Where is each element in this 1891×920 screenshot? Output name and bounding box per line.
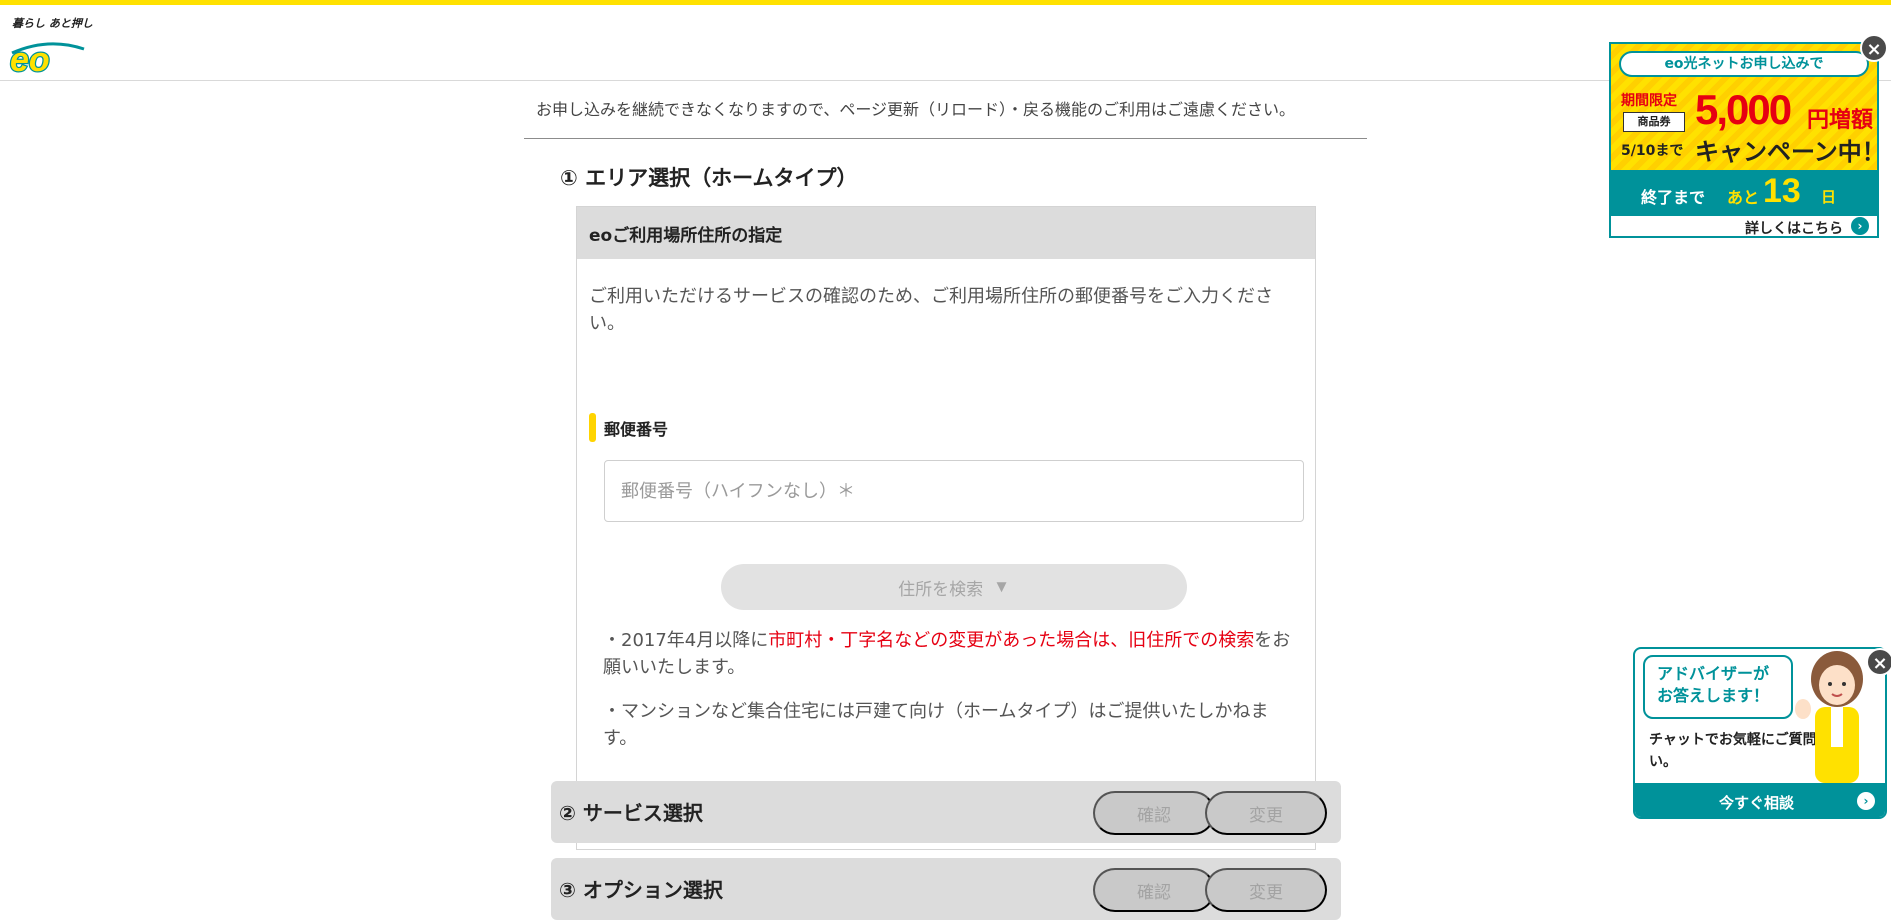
zip-code-input[interactable] <box>604 460 1304 522</box>
search-button-label: 住所を検索 <box>898 579 984 599</box>
banner-ato: あと <box>1727 188 1760 207</box>
chat-close-icon[interactable]: × <box>1866 648 1891 676</box>
step3-change-button[interactable]: 変更 <box>1205 868 1327 912</box>
chat-bubble: アドバイザーがお答えします！ <box>1643 655 1793 719</box>
note1-prefix: ・2017年4月以降に <box>603 630 769 651</box>
card-title: eoご利用場所住所の指定 <box>577 207 1315 259</box>
chat-button-label: 今すぐ相談 <box>1719 794 1795 812</box>
eo-logo[interactable]: 暮らし あと押し eo <box>8 13 96 75</box>
banner-coupon: 商品券 <box>1623 112 1685 132</box>
note-apartment: ・マンションなど集合住宅には戸建て向け（ホームタイプ）はご提供いたしかねます。 <box>603 701 1269 749</box>
banner-close-icon[interactable]: × <box>1860 34 1888 62</box>
banner-details-text: 詳しくはこちら <box>1745 221 1843 237</box>
banner-top: eo光ネットお申し込みで 期間限定 商品券 5/10まで 5,000 円増額 キ… <box>1611 44 1877 170</box>
campaign-banner[interactable]: eo光ネットお申し込みで 期間限定 商品券 5/10まで 5,000 円増額 キ… <box>1609 42 1879 238</box>
banner-limited: 期間限定 <box>1621 93 1677 109</box>
step1-title: ① エリア選択（ホームタイプ） <box>560 166 858 190</box>
banner-day-unit: 日 <box>1821 188 1837 206</box>
banner-days: 13 <box>1763 172 1801 210</box>
site-header: 暮らし あと押し eo <box>0 5 1891 81</box>
banner-details-link[interactable]: 詳しくはこちら › <box>1611 216 1877 236</box>
step3-bar: ③ オプション選択 確認 変更 <box>551 858 1341 920</box>
chevron-right-icon: › <box>1857 792 1875 810</box>
banner-amount: 5,000 <box>1695 86 1792 133</box>
step2-confirm-button[interactable]: 確認 <box>1093 791 1215 835</box>
chat-consult-button[interactable]: 今すぐ相談 › <box>1635 783 1885 817</box>
chat-widget[interactable]: アドバイザーがお答えします！ チャットでお気軽にご質問ください。 今すぐ相談 › <box>1633 647 1887 819</box>
eo-logo-mark: eo <box>9 40 85 75</box>
logo-tagline: 暮らし あと押し <box>12 17 93 30</box>
logo-text: eo <box>10 41 50 75</box>
step2-change-button[interactable]: 変更 <box>1205 791 1327 835</box>
zip-label-text: 郵便番号 <box>604 419 669 439</box>
note-address-change: ・2017年4月以降に市町村・丁字名などの変更があった場合は、旧住所での検索をお… <box>603 627 1293 681</box>
chevron-down-icon: ▼ <box>993 577 1010 596</box>
address-search-button[interactable]: 住所を検索 ▼ <box>721 564 1187 610</box>
note1-highlight: 市町村・丁字名などの変更があった場合は、旧住所での検索 <box>768 630 1255 651</box>
banner-until: 5/10まで <box>1621 143 1684 159</box>
banner-campaign: キャンペーン中！ <box>1695 138 1879 166</box>
banner-headline: eo光ネットお申し込みで <box>1619 51 1869 77</box>
address-card: eoご利用場所住所の指定 ご利用いただけるサービスの確認のため、ご利用場所住所の… <box>576 206 1316 850</box>
banner-amount-suffix: 円増額 <box>1807 108 1874 133</box>
banner-end-label: 終了まで <box>1641 188 1706 207</box>
zip-label: 郵便番号 <box>589 413 668 442</box>
step2-bar: ② サービス選択 確認 変更 <box>551 781 1341 843</box>
reload-notice: お申し込みを継続できなくなりますので、ページ更新（リロード）・戻る機能のご利用は… <box>536 100 1296 119</box>
step3-confirm-button[interactable]: 確認 <box>1093 868 1215 912</box>
divider <box>524 138 1367 139</box>
chevron-right-icon: › <box>1851 217 1869 235</box>
banner-countdown: 終了まで あと 13 日 <box>1611 170 1877 216</box>
step2-title: ② サービス選択 <box>559 801 703 825</box>
label-marker <box>589 413 596 442</box>
card-description: ご利用いただけるサービスの確認のため、ご利用場所住所の郵便番号をご入力ください。 <box>589 286 1273 334</box>
